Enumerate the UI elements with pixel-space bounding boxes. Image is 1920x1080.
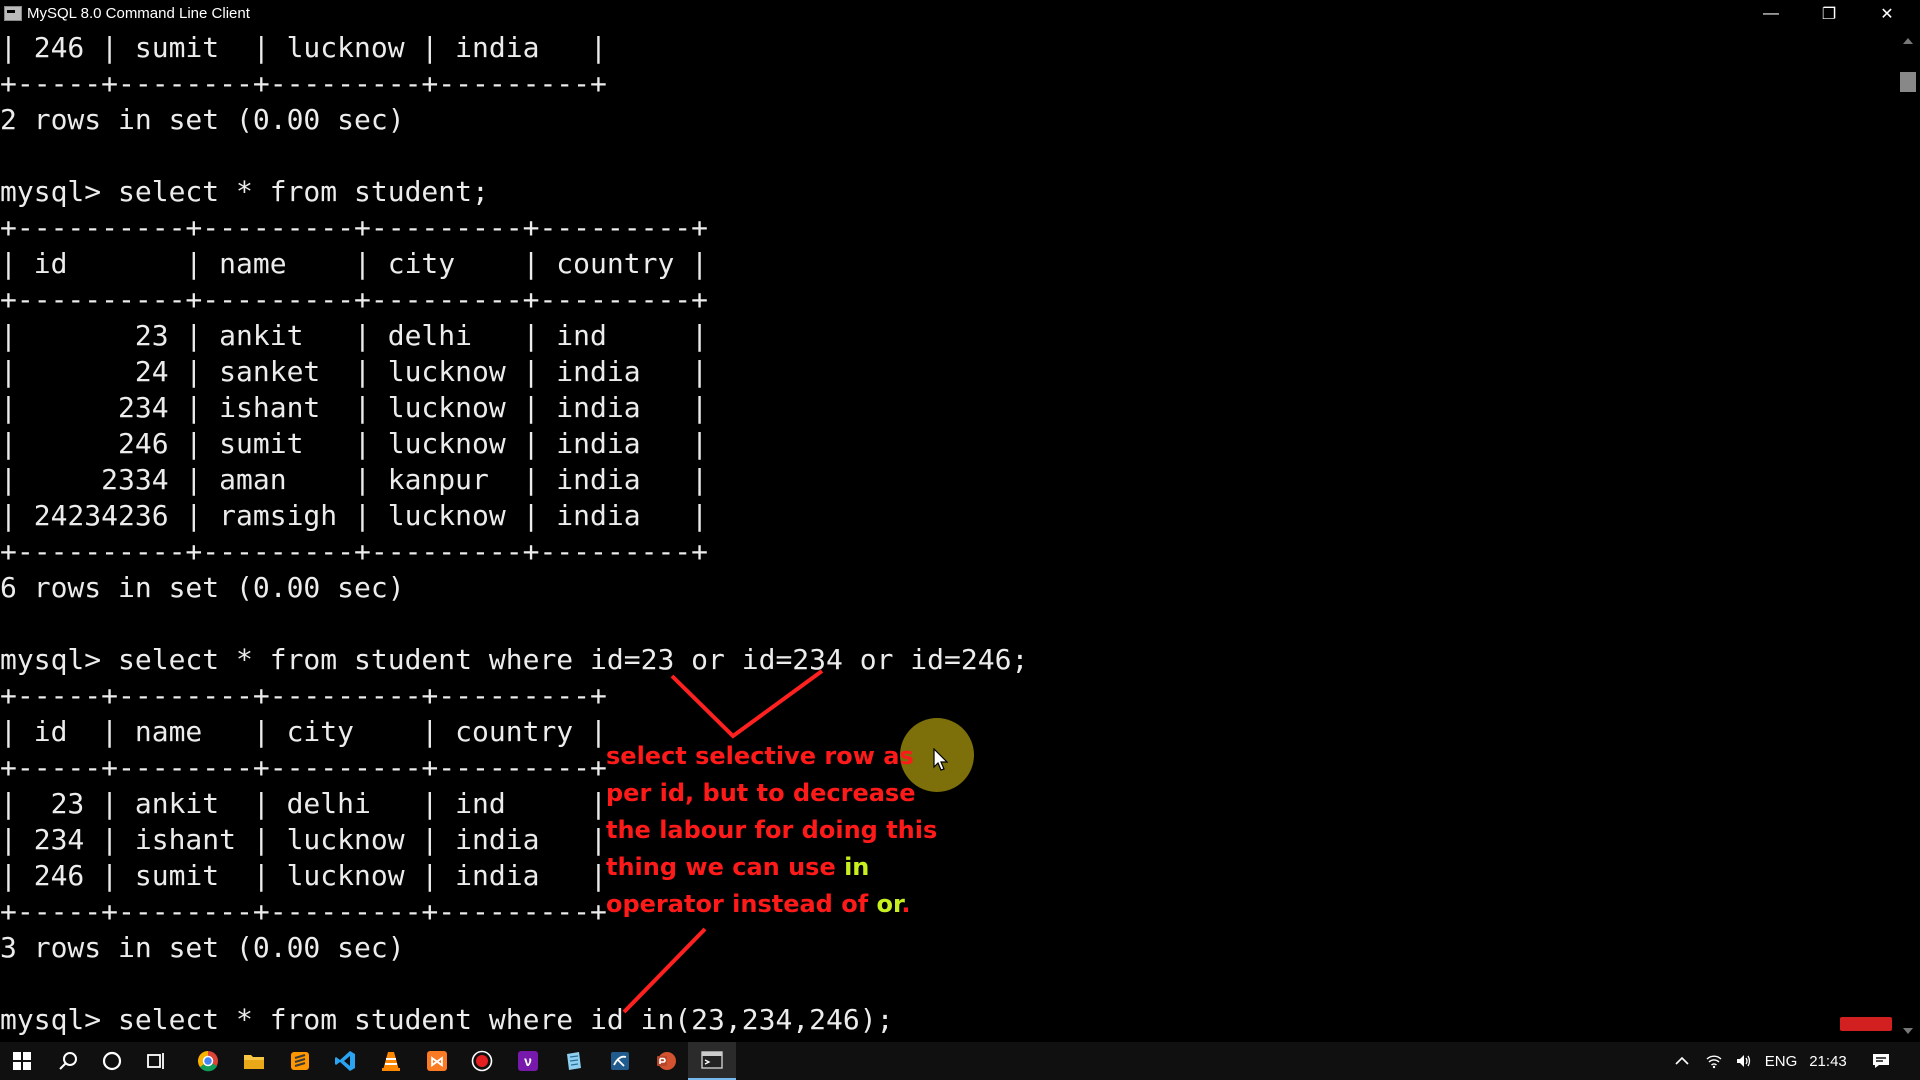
volume-icon[interactable] bbox=[1730, 1042, 1758, 1080]
file-explorer-icon[interactable] bbox=[232, 1042, 276, 1080]
screen-recorder-icon[interactable] bbox=[460, 1042, 504, 1080]
mysql-console-icon[interactable] bbox=[688, 1042, 736, 1080]
vlc-icon[interactable] bbox=[369, 1042, 413, 1080]
show-hidden-icons-icon[interactable] bbox=[1668, 1042, 1696, 1080]
cortana-icon[interactable] bbox=[90, 1042, 134, 1080]
xampp-glyph: ⋈ bbox=[427, 1051, 447, 1071]
annotation-text: operator instead of bbox=[606, 890, 877, 918]
mysql-workbench-icon[interactable] bbox=[598, 1042, 642, 1080]
annotation-line: operator instead of or. bbox=[606, 886, 966, 923]
action-center-icon[interactable] bbox=[1864, 1042, 1898, 1080]
onenote-icon[interactable]: ν bbox=[506, 1042, 550, 1080]
windows-start-icon[interactable] bbox=[0, 1042, 44, 1080]
annotation-note: select selective row as per id, but to d… bbox=[606, 738, 966, 923]
language-indicator[interactable]: ENG bbox=[1762, 1042, 1800, 1080]
powerpoint-icon[interactable] bbox=[644, 1042, 688, 1080]
annotation-line: select selective row as bbox=[606, 742, 914, 770]
annotation-keyword-in: in bbox=[844, 853, 870, 881]
xampp-icon[interactable]: ⋈ bbox=[415, 1042, 459, 1080]
taskbar: ⋈ ν ENG 21:43 bbox=[0, 1042, 1920, 1080]
annotation-arrow-or bbox=[670, 669, 824, 739]
wifi-icon[interactable] bbox=[1700, 1042, 1728, 1080]
task-view-icon[interactable] bbox=[134, 1042, 178, 1080]
annotation-line: per id, but to decrease bbox=[606, 779, 916, 807]
sublime-text-icon[interactable] bbox=[278, 1042, 322, 1080]
annotation-line: the labour for doing this bbox=[606, 816, 938, 844]
subscribe-badge[interactable] bbox=[1840, 1017, 1892, 1031]
onenote-glyph: ν bbox=[518, 1051, 538, 1071]
annotation-arrow-in bbox=[622, 927, 707, 1014]
annotation-keyword-or: or bbox=[876, 890, 902, 918]
chrome-icon[interactable] bbox=[186, 1042, 230, 1080]
search-icon[interactable] bbox=[46, 1042, 90, 1080]
vscode-icon[interactable] bbox=[323, 1042, 367, 1080]
notepad-icon[interactable] bbox=[552, 1042, 596, 1080]
clock[interactable]: 21:43 bbox=[1806, 1042, 1850, 1080]
annotation-text: . bbox=[901, 890, 911, 918]
annotation-text: thing we can use bbox=[606, 853, 845, 881]
annotation-line: thing we can use in bbox=[606, 849, 966, 886]
